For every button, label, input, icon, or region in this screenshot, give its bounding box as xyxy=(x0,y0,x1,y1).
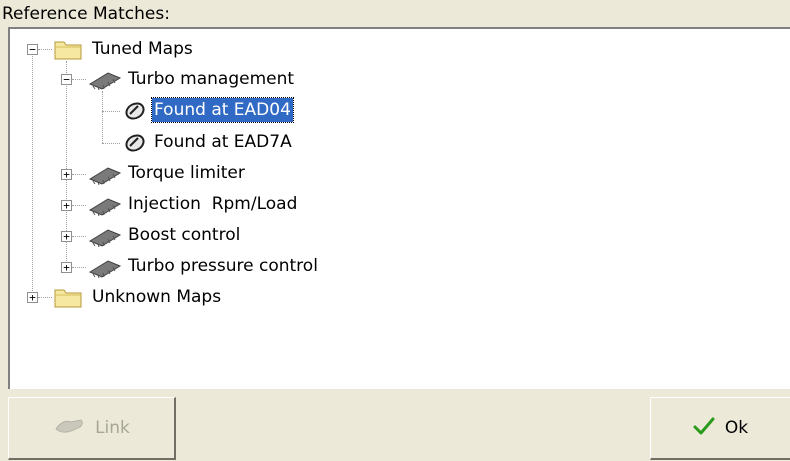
expand-unknown-maps-toggle[interactable]: + xyxy=(27,292,38,303)
tree-node-found-ead7a[interactable]: Found at EAD7A xyxy=(152,130,294,154)
tree-node-injection-rpm-load[interactable]: Injection Rpm/Load xyxy=(126,192,299,216)
chip-icon xyxy=(88,258,122,283)
tree-connector xyxy=(102,91,103,143)
ok-button-label: Ok xyxy=(724,418,749,438)
expand-turbo-pressure-toggle[interactable]: + xyxy=(61,262,72,273)
tree-node-unknown-maps[interactable]: Unknown Maps xyxy=(90,285,223,309)
tree-node-found-ead04[interactable]: Found at EAD04 xyxy=(151,97,294,123)
expand-torque-limiter-toggle[interactable]: + xyxy=(61,169,72,180)
tree-connector xyxy=(72,236,86,237)
checkmark-icon xyxy=(693,416,715,441)
tree-connector xyxy=(102,143,120,144)
tree-node-torque-limiter[interactable]: Torque limiter xyxy=(126,161,247,185)
chip-icon xyxy=(88,165,122,190)
tree-connector xyxy=(38,49,52,50)
reference-matches-label: Reference Matches: xyxy=(2,4,170,24)
tree-node-turbo-pressure-control[interactable]: Turbo pressure control xyxy=(126,254,320,278)
expand-boost-control-toggle[interactable]: + xyxy=(61,231,72,242)
tree-node-boost-control[interactable]: Boost control xyxy=(126,223,242,247)
link-icon xyxy=(53,417,85,440)
tree-node-tuned-maps[interactable]: Tuned Maps xyxy=(90,37,195,61)
tree-connector xyxy=(72,267,86,268)
tree-connector xyxy=(32,53,33,301)
link-button-label: Link xyxy=(95,418,130,438)
tree-connector xyxy=(72,174,86,175)
chip-icon xyxy=(88,70,122,95)
map-found-icon xyxy=(124,101,146,126)
tree-connector xyxy=(72,79,86,80)
chip-icon xyxy=(88,227,122,252)
collapse-tuned-maps-toggle[interactable]: − xyxy=(27,44,38,55)
expand-injection-toggle[interactable]: + xyxy=(61,200,72,211)
folder-icon xyxy=(54,286,82,313)
folder-icon xyxy=(54,38,82,65)
tree-connector xyxy=(102,111,120,112)
chip-icon xyxy=(88,196,122,221)
collapse-turbo-management-toggle[interactable]: − xyxy=(61,74,72,85)
tree-node-turbo-management[interactable]: Turbo management xyxy=(126,67,296,91)
tree-connector xyxy=(72,205,86,206)
tree-connector xyxy=(38,297,52,298)
reference-matches-tree[interactable]: − Tuned Maps − Turbo management Found at… xyxy=(8,27,790,389)
link-button[interactable]: Link xyxy=(8,397,176,460)
ok-button[interactable]: Ok xyxy=(650,397,790,460)
map-found-icon xyxy=(124,133,146,158)
